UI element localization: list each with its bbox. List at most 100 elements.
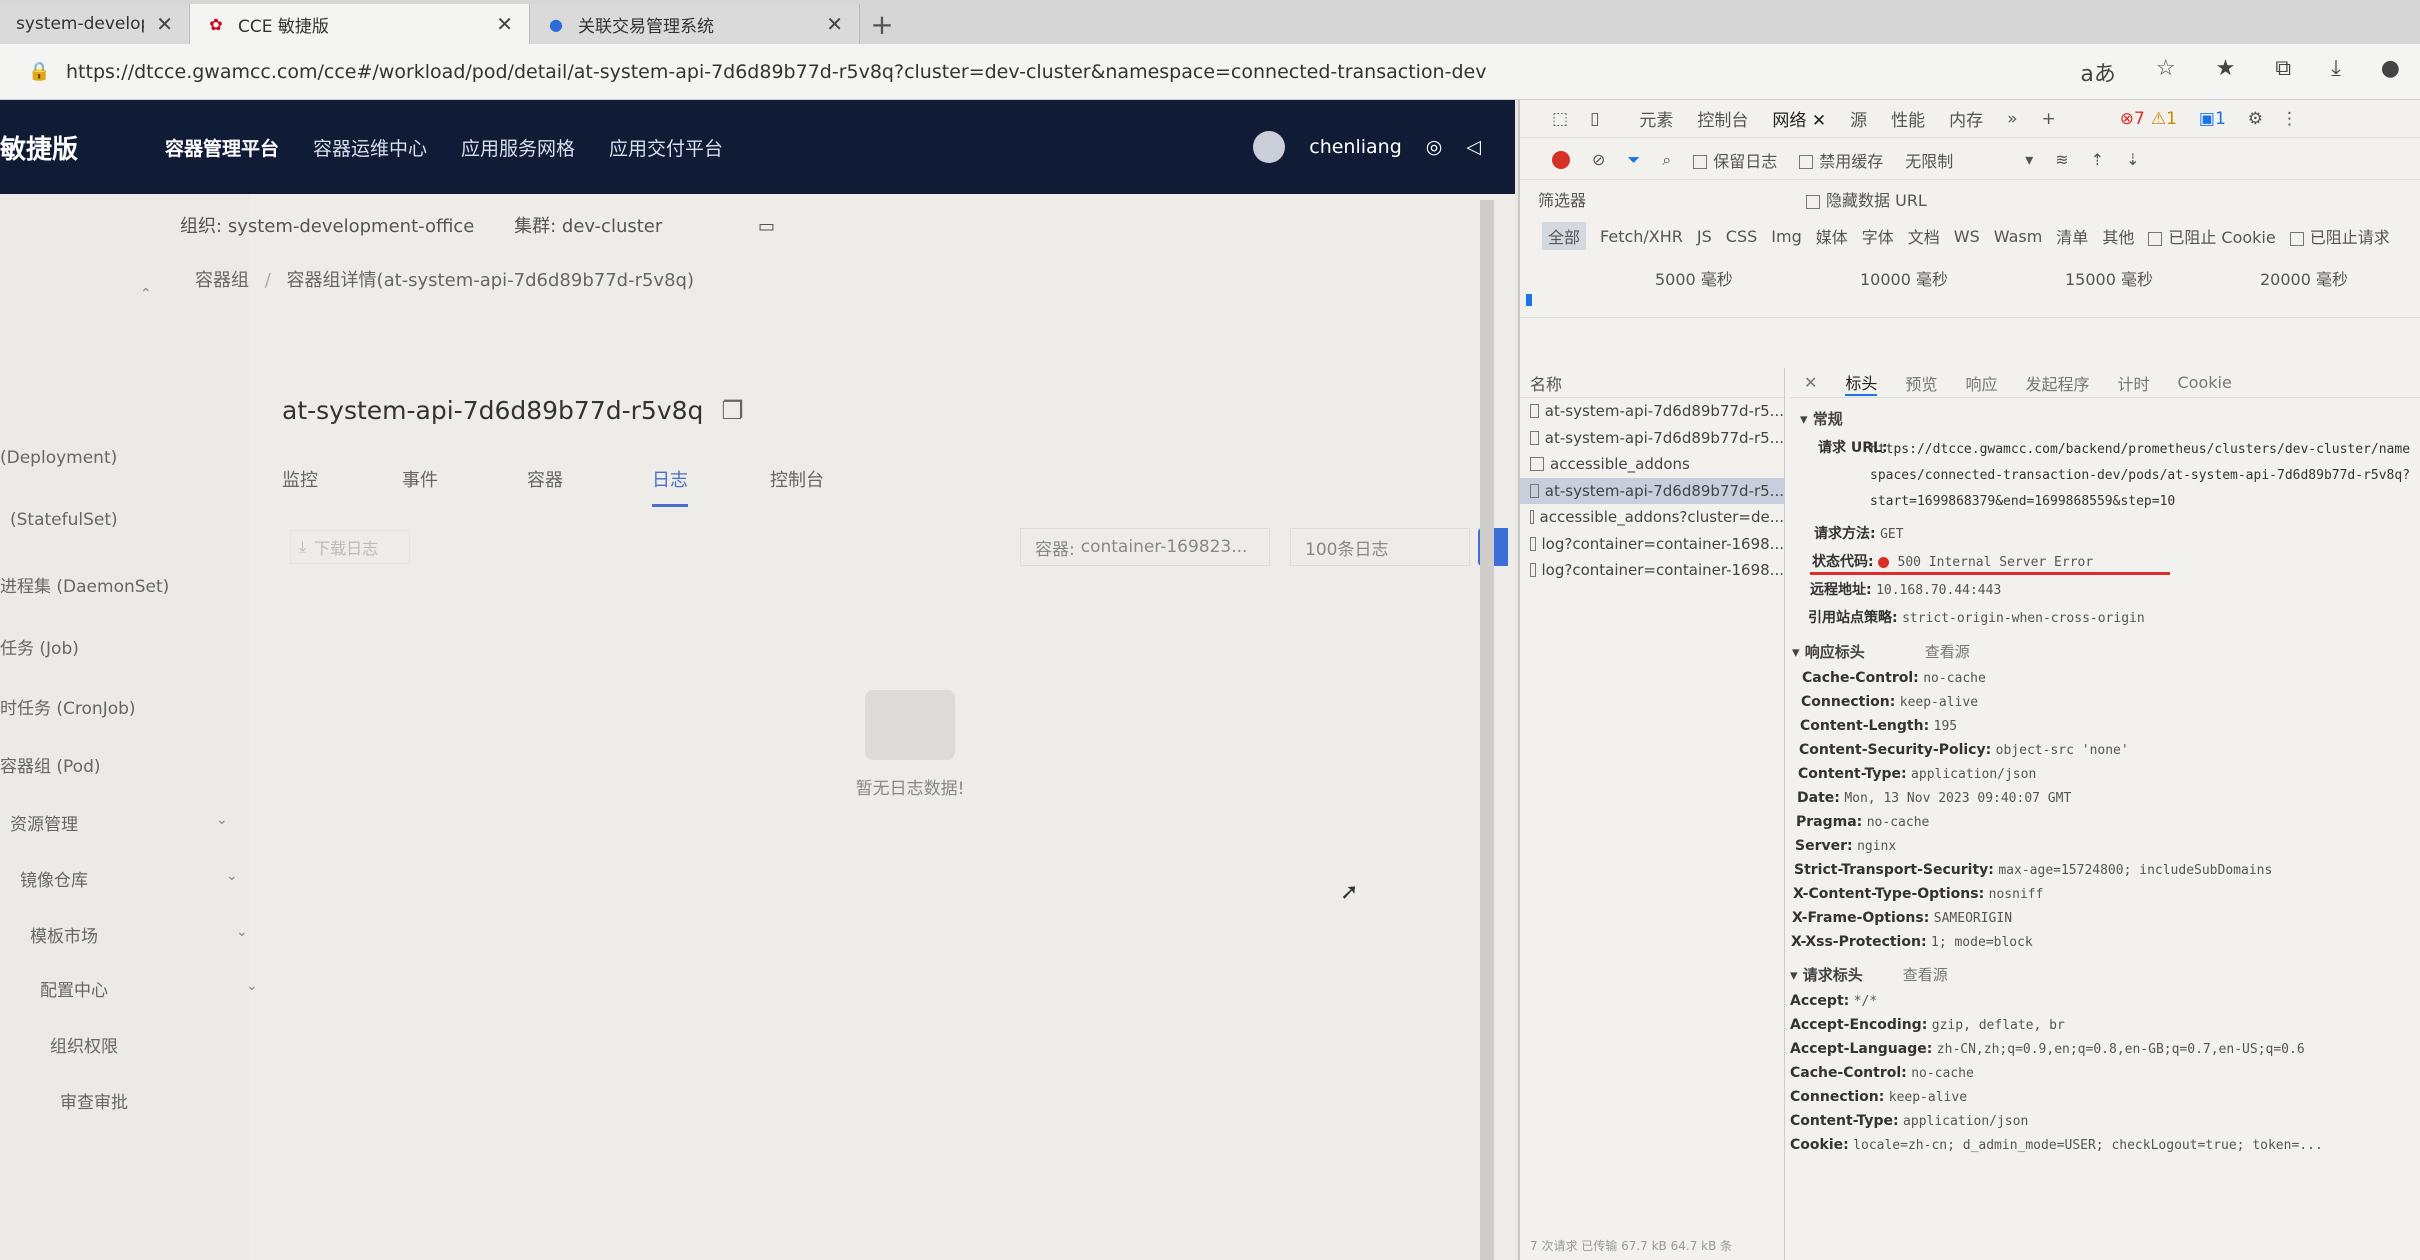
tab-monitor[interactable]: 监控 xyxy=(282,466,318,492)
clear-icon[interactable]: ⊘ xyxy=(1592,150,1605,169)
download-icon[interactable]: ⤓ xyxy=(2331,56,2341,88)
request-row[interactable]: accessible_addons xyxy=(1520,451,1784,478)
favorite-icon[interactable]: ☆ xyxy=(2156,56,2176,88)
filter-input[interactable]: 筛选器 xyxy=(1538,187,1586,211)
detail-tab-response[interactable]: 响应 xyxy=(1965,371,1997,395)
type-js[interactable]: JS xyxy=(1697,227,1712,246)
log-lines-select[interactable]: 100条日志 xyxy=(1290,528,1470,566)
general-section-header[interactable]: ▾ 常规 xyxy=(1790,398,2420,433)
request-row[interactable]: log?container=container-1698... xyxy=(1520,531,1784,558)
request-row[interactable]: accessible_addons?cluster=de... xyxy=(1520,504,1784,531)
filter-icon[interactable]: ⏷ xyxy=(1627,150,1640,170)
type-media[interactable]: 媒体 xyxy=(1816,224,1848,248)
container-select[interactable]: 容器: container-169823... xyxy=(1020,528,1270,566)
type-css[interactable]: CSS xyxy=(1726,227,1757,246)
type-all[interactable]: 全部 xyxy=(1542,222,1587,250)
browser-tab-system-development[interactable]: system-developmer ✕ xyxy=(0,4,190,44)
error-count-badge[interactable]: ⊗7 xyxy=(2120,109,2145,129)
browser-tab-cce[interactable]: ✿ CCE 敏捷版 ✕ xyxy=(190,4,530,44)
message-count-badge[interactable]: ▣1 xyxy=(2199,109,2226,129)
type-ws[interactable]: WS xyxy=(1954,227,1980,246)
sidebar-item-config[interactable]: 配置中心 xyxy=(40,976,108,1001)
breadcrumb-pods[interactable]: 容器组 xyxy=(195,270,249,291)
close-icon[interactable]: ✕ xyxy=(156,12,173,36)
blocked-requests-checkbox[interactable]: 已阻止请求 xyxy=(2289,224,2390,248)
tab-logs[interactable]: 日志 xyxy=(652,466,688,507)
disable-cache-checkbox[interactable]: 禁用缓存 xyxy=(1799,148,1883,172)
type-font[interactable]: 字体 xyxy=(1862,224,1894,248)
sidebar-item-registry[interactable]: 镜像仓库 xyxy=(20,866,88,891)
devtools-tab-sources[interactable]: 源 xyxy=(1850,106,1867,131)
network-conditions-icon[interactable]: ≋ xyxy=(2055,150,2068,169)
search-icon[interactable]: ⌕ xyxy=(1662,150,1671,170)
request-row-selected[interactable]: at-system-api-7d6d89b77d-r5... xyxy=(1520,477,1784,504)
tab-events[interactable]: 事件 xyxy=(402,466,438,492)
sidebar-item-cronjob[interactable]: 时任务 (CronJob) xyxy=(0,694,136,719)
devtools-tab-performance[interactable]: 性能 xyxy=(1891,106,1925,131)
detail-tab-preview[interactable]: 预览 xyxy=(1905,371,1937,395)
sidebar-item-statefulset[interactable]: (StatefulSet) xyxy=(10,510,118,530)
hide-data-urls-checkbox[interactable]: 隐藏数据 URL xyxy=(1806,187,1927,211)
blocked-cookies-checkbox[interactable]: 已阻止 Cookie xyxy=(2148,224,2276,248)
export-har-icon[interactable]: ⇣ xyxy=(2126,150,2139,169)
request-row[interactable]: at-system-api-7d6d89b77d-r5... xyxy=(1520,398,1784,425)
download-logs-button[interactable]: ⤓ 下载日志 xyxy=(290,530,410,564)
chevron-down-icon[interactable]: ⌄ xyxy=(226,868,238,884)
chevron-down-icon[interactable]: ▾ xyxy=(2025,150,2033,169)
type-manifest[interactable]: 清单 xyxy=(2056,224,2088,248)
view-source-link[interactable]: 查看源 xyxy=(1925,643,1970,661)
inspect-icon[interactable]: ⬚ xyxy=(1552,109,1568,129)
nav-delivery-platform[interactable]: 应用交付平台 xyxy=(609,134,723,161)
type-img[interactable]: Img xyxy=(1771,227,1801,246)
sidebar-item-review[interactable]: 审查审批 xyxy=(60,1088,128,1113)
chevron-down-icon[interactable]: ⌄ xyxy=(246,978,258,994)
import-har-icon[interactable]: ⇡ xyxy=(2091,150,2104,169)
nav-container-platform[interactable]: 容器管理平台 xyxy=(165,134,279,161)
new-tab-icon[interactable]: + xyxy=(860,4,904,44)
sidebar-item-deployment[interactable]: (Deployment) xyxy=(0,448,117,468)
device-toggle-icon[interactable]: ▯ xyxy=(1590,109,1599,129)
type-fetch-xhr[interactable]: Fetch/XHR xyxy=(1600,227,1683,246)
sidebar-item-org-permissions[interactable]: 组织权限 xyxy=(50,1032,118,1057)
cluster-value[interactable]: dev-cluster xyxy=(562,216,662,237)
request-row[interactable]: log?container=container-1698... xyxy=(1520,557,1784,584)
view-source-link[interactable]: 查看源 xyxy=(1903,966,1948,984)
warning-count-badge[interactable]: ⚠1 xyxy=(2151,109,2177,129)
notification-icon[interactable]: ◁ xyxy=(1466,136,1481,158)
chevron-down-icon[interactable]: ⌄ xyxy=(236,924,248,940)
close-icon[interactable]: ✕ xyxy=(1804,373,1817,392)
chevron-up-icon[interactable]: ⌃ xyxy=(140,286,152,302)
detail-tab-headers[interactable]: 标头 xyxy=(1845,370,1878,396)
avatar[interactable] xyxy=(1253,131,1286,163)
type-other[interactable]: 其他 xyxy=(2102,224,2134,248)
user-name[interactable]: chenliang xyxy=(1309,136,1402,158)
record-icon[interactable] xyxy=(1552,150,1570,169)
read-aloud-icon[interactable]: aあ xyxy=(2080,56,2115,88)
throttle-select[interactable]: 无限制 xyxy=(1905,148,1953,172)
request-row[interactable]: at-system-api-7d6d89b77d-r5... xyxy=(1520,425,1784,452)
tab-console[interactable]: 控制台 xyxy=(770,466,824,492)
sidebar-item-daemonset[interactable]: 进程集 (DaemonSet) xyxy=(0,572,169,597)
name-column-header[interactable]: 名称 xyxy=(1520,368,1784,398)
sidebar-item-templates[interactable]: 模板市场 xyxy=(30,922,98,947)
tab-containers[interactable]: 容器 xyxy=(527,466,563,492)
detail-tab-initiator[interactable]: 发起程序 xyxy=(2025,371,2089,395)
request-headers-section-header[interactable]: ▾ 请求标头 查看源 xyxy=(1790,954,2420,989)
devtools-tab-network[interactable]: 网络 ✕ xyxy=(1772,106,1826,131)
page-scrollbar[interactable] xyxy=(1480,200,1494,1260)
nav-container-ops[interactable]: 容器运维中心 xyxy=(313,134,427,161)
nav-service-mesh[interactable]: 应用服务网格 xyxy=(461,134,575,161)
browser-tab-related-transaction[interactable]: ● 关联交易管理系统 ✕ xyxy=(530,4,860,44)
collections-icon[interactable]: ⧉ xyxy=(2275,56,2291,88)
chevron-down-icon[interactable]: ⌄ xyxy=(216,812,228,828)
close-icon[interactable]: ✕ xyxy=(826,12,843,36)
settings-gear-icon[interactable]: ⚙ xyxy=(2248,109,2263,129)
detail-tab-timing[interactable]: 计时 xyxy=(2117,371,2149,395)
devtools-tab-elements[interactable]: 元素 xyxy=(1639,106,1673,131)
response-headers-section-header[interactable]: ▾ 响应标头 查看源 xyxy=(1790,631,2420,666)
profile-icon[interactable]: ● xyxy=(2381,56,2400,88)
add-tab-icon[interactable]: + xyxy=(2041,109,2055,129)
sidebar-item-job[interactable]: 任务 (Job) xyxy=(0,634,79,659)
devtools-tab-console[interactable]: 控制台 xyxy=(1697,106,1748,131)
type-wasm[interactable]: Wasm xyxy=(1994,227,2043,246)
